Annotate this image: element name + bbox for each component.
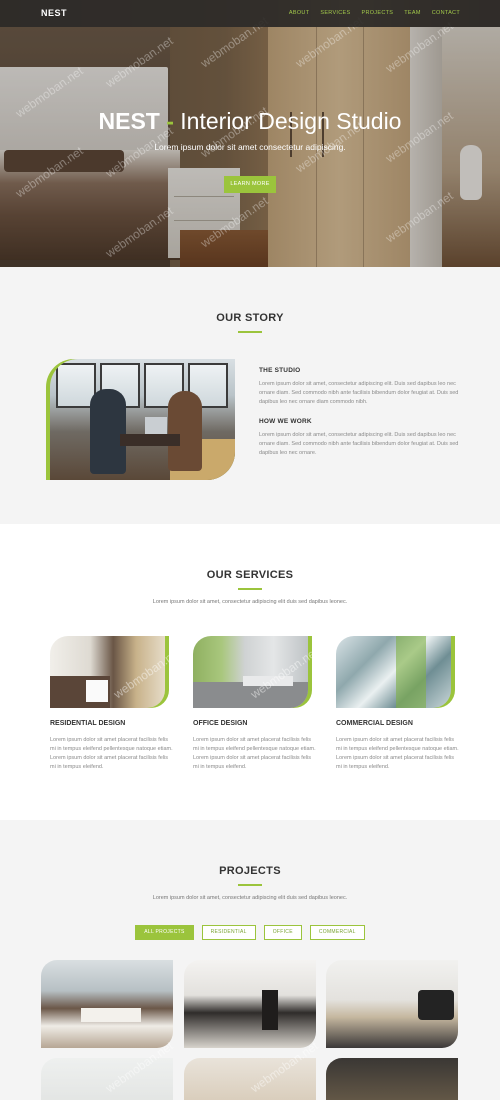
hero-title-strong: NEST xyxy=(98,108,160,134)
hero-subtitle: Lorem ipsum dolor sit amet consectetur a… xyxy=(154,142,346,152)
nav-item-about[interactable]: ABOUT xyxy=(289,10,309,16)
service-image-office xyxy=(193,636,308,708)
section-title-underline xyxy=(238,884,262,886)
section-description: Lorem ipsum dolor sit amet, consectetur … xyxy=(152,895,348,901)
nav-item-projects[interactable]: PROJECTS xyxy=(361,10,393,16)
section-title: OUR STORY xyxy=(216,312,284,324)
service-heading: COMMERCIAL DESIGN xyxy=(336,720,413,727)
project-thumbnail[interactable] xyxy=(326,1058,458,1100)
top-navbar: NEST ABOUT SERVICES PROJECTS TEAM CONTAC… xyxy=(0,0,500,27)
main-menu: ABOUT SERVICES PROJECTS TEAM CONTACT xyxy=(278,10,460,16)
service-text: Lorem ipsum dolor sit amet placerat faci… xyxy=(193,737,316,770)
story-text-how-we-work: Lorem ipsum dolor sit amet, consectetur … xyxy=(259,432,459,456)
photo-person xyxy=(90,389,126,474)
fireplace-shape xyxy=(262,990,278,1030)
project-filters: ALL PROJECTS RESIDENTIAL OFFICE COMMERCI… xyxy=(0,925,500,940)
service-image-residential xyxy=(50,636,165,708)
filter-office[interactable]: OFFICE xyxy=(263,925,302,940)
filter-all-projects[interactable]: ALL PROJECTS xyxy=(135,925,194,940)
conference-table-shape xyxy=(243,676,293,686)
our-services-section: OUR SERVICES Lorem ipsum dolor sit amet,… xyxy=(0,524,500,820)
project-thumbnail[interactable] xyxy=(184,1058,316,1100)
story-photo xyxy=(50,359,235,480)
filter-residential[interactable]: RESIDENTIAL xyxy=(201,925,256,940)
service-text: Lorem ipsum dolor sit amet placerat faci… xyxy=(336,737,459,770)
service-heading: RESIDENTIAL DESIGN xyxy=(50,720,126,727)
project-thumbnail[interactable] xyxy=(41,1058,173,1100)
photo-person xyxy=(168,391,202,471)
story-heading-studio: THE STUDIO xyxy=(259,367,301,374)
nightstand-shape xyxy=(86,680,108,702)
hero-section: NEST - Interior Design Studio Lorem ipsu… xyxy=(0,0,500,267)
nav-item-contact[interactable]: CONTACT xyxy=(432,10,460,16)
armchair-shape xyxy=(418,990,454,1020)
sofa-shape xyxy=(81,1008,141,1022)
section-title: PROJECTS xyxy=(219,865,281,877)
projects-section: PROJECTS Lorem ipsum dolor sit amet, con… xyxy=(0,820,500,1100)
filter-commercial[interactable]: COMMERCIAL xyxy=(309,925,365,940)
service-text: Lorem ipsum dolor sit amet placerat faci… xyxy=(50,737,173,770)
project-thumbnail[interactable] xyxy=(326,960,458,1048)
section-description: Lorem ipsum dolor sit amet, consectetur … xyxy=(152,599,348,605)
learn-more-button[interactable]: LEARN MORE xyxy=(224,176,276,193)
hero-title: NEST - Interior Design Studio xyxy=(0,108,500,135)
hero-title-rest: Interior Design Studio xyxy=(180,108,402,134)
service-image-commercial xyxy=(336,636,451,708)
nav-item-services[interactable]: SERVICES xyxy=(320,10,350,16)
our-story-section: OUR STORY THE STUDIO Lorem ipsum dolor s… xyxy=(0,267,500,524)
brand-logo[interactable]: NEST xyxy=(41,8,67,18)
nav-item-team[interactable]: TEAM xyxy=(404,10,420,16)
hero-title-dash: - xyxy=(159,108,181,134)
project-thumbnail[interactable] xyxy=(184,960,316,1048)
service-heading: OFFICE DESIGN xyxy=(193,720,248,727)
section-title-underline xyxy=(238,331,262,333)
section-title: OUR SERVICES xyxy=(206,569,294,581)
plant-wall-shape xyxy=(396,636,426,708)
project-thumbnail[interactable] xyxy=(41,960,173,1048)
photo-table xyxy=(120,434,180,446)
photo-laptop xyxy=(145,417,167,434)
section-title-underline xyxy=(238,588,262,590)
story-text-studio: Lorem ipsum dolor sit amet, consectetur … xyxy=(259,381,459,405)
story-heading-how-we-work: HOW WE WORK xyxy=(259,418,312,425)
